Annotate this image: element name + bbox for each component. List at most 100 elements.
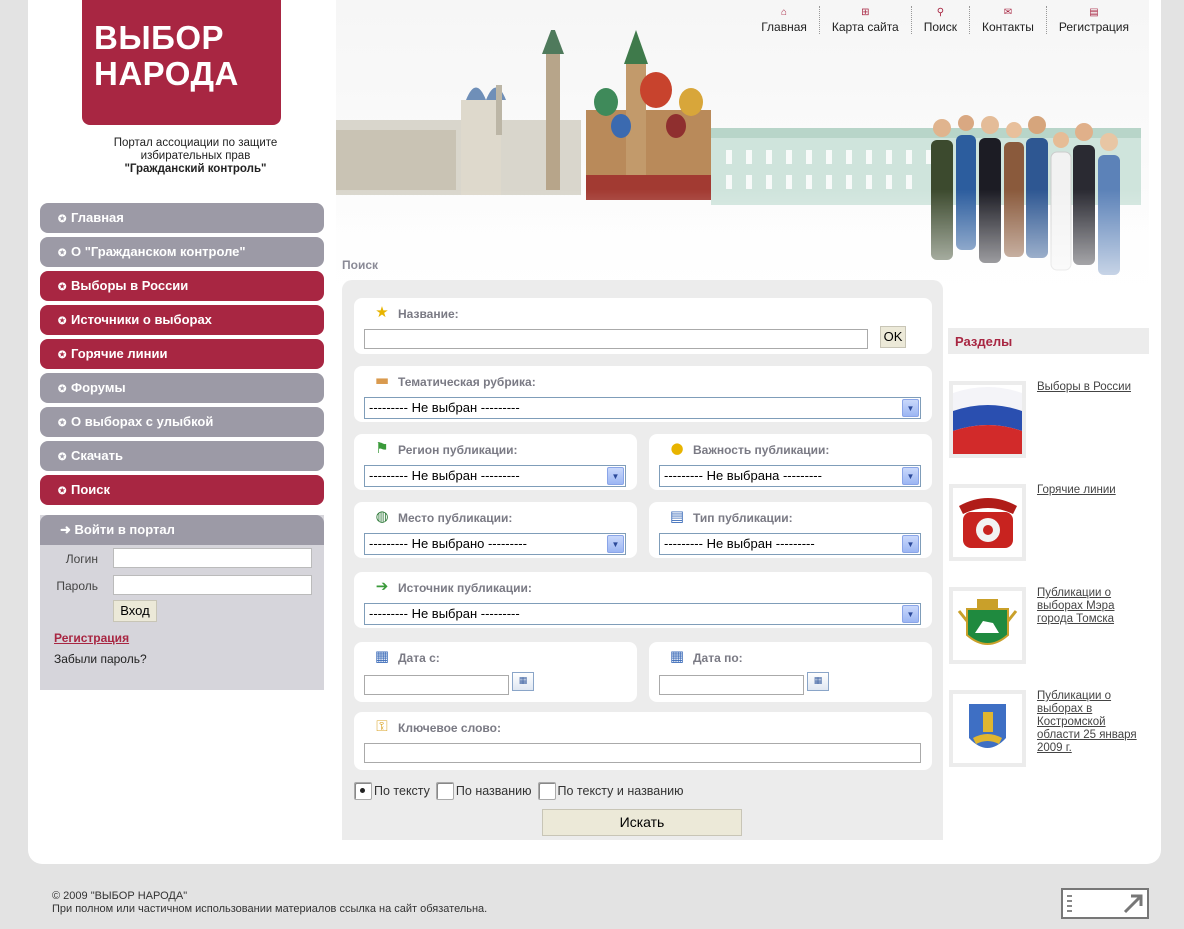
chevron-down-icon: ▼ [902,605,919,623]
section-link-elections[interactable]: Выборы в России [1037,381,1149,394]
bullet-icon: ✪ [58,316,67,327]
radio-by-title[interactable]: По названию [435,782,532,800]
radio-button[interactable] [435,782,454,800]
chevron-down-icon: ▼ [902,467,919,485]
sections-sidebar: Разделы Выборы в России Горячие линии Пу… [948,328,1149,767]
topnav-register[interactable]: ▤ Регистрация [1047,6,1141,34]
copyright-text: © 2009 "ВЫБОР НАРОДА" [52,890,188,902]
section-link-kostroma[interactable]: Публикации о выборах в Костромской облас… [1037,690,1149,755]
rubric-card: ▬ Тематическая рубрика: --------- Не выб… [354,366,932,422]
type-select[interactable]: --------- Не выбран --------- ▼ [659,533,921,555]
password-input[interactable] [113,575,312,595]
source-value: --------- Не выбран --------- [369,606,520,621]
arrow-badge-icon [1067,894,1143,914]
topnav-home[interactable]: ⌂ Главная [749,6,820,34]
top-navigation: ⌂ Главная ⊞ Карта сайта ⚲ Поиск ✉ Контакты ▤… [749,6,1141,34]
kostroma-coat-of-arms-thumbnail[interactable] [949,690,1026,767]
bullet-icon: ✪ [58,248,67,259]
search-icon: ⚲ [936,7,945,18]
menu-item-sources[interactable]: ✪ Источники о выборах [40,305,324,335]
menu-item-about[interactable]: ✪ О "Гражданском контроле" [40,237,324,267]
importance-select[interactable]: --------- Не выбрана --------- ▼ [659,465,921,487]
tomsk-coat-of-arms-image [953,591,1022,660]
login-title: Войти в портал [74,522,175,537]
sitemap-icon: ⊞ [861,7,870,18]
date-from-input[interactable] [364,675,509,695]
register-link[interactable]: Регистрация [54,631,129,645]
calendar-icon: ▦ [669,647,685,665]
region-label: Регион публикации: [398,443,518,457]
place-value: --------- Не выбрано --------- [369,536,527,551]
menu-item-home[interactable]: ✪ Главная [40,203,324,233]
bullet-icon: ✪ [58,486,67,497]
source-card: ➔ Источник публикации: --------- Не выбр… [354,572,932,628]
section-link-tomsk[interactable]: Публикации о выборах Мэра города Томска [1037,587,1149,626]
topnav-search[interactable]: ⚲ Поиск [912,6,970,34]
search-panel: ★ Название: OK ▬ Тематическая рубрика: -… [342,280,943,840]
radio-label: По тексту [374,784,430,798]
tomsk-coat-of-arms-thumbnail[interactable] [949,587,1026,664]
chevron-down-icon: ▼ [902,399,919,417]
russian-flag-thumbnail[interactable] [949,381,1026,458]
radio-button[interactable] [537,782,556,800]
topnav-sitemap[interactable]: ⊞ Карта сайта [820,6,912,34]
region-select[interactable]: --------- Не выбран --------- ▼ [364,465,626,487]
footer-notice: При полном или частичном использовании м… [52,903,488,915]
login-header: ➜ Войти в портал [40,515,324,545]
type-card: ▤ Тип публикации: --------- Не выбран --… [649,502,932,558]
red-telephone-thumbnail[interactable] [949,484,1026,561]
rubric-select[interactable]: --------- Не выбран --------- ▼ [364,397,921,419]
footer: © 2009 "ВЫБОР НАРОДА" При полном или час… [52,890,487,916]
radio-button[interactable] [354,782,372,800]
rubric-value: --------- Не выбран --------- [369,400,520,415]
place-select[interactable]: --------- Не выбрано --------- ▼ [364,533,626,555]
place-label: Место публикации: [398,511,513,525]
mail-icon: ✉ [1003,7,1013,18]
importance-card: ● Важность публикации: --------- Не выбр… [649,434,932,490]
login-button[interactable]: Вход [113,600,157,622]
date-to-input[interactable] [659,675,804,695]
region-card: ⚑ Регион публикации: --------- Не выбран… [354,434,637,490]
register-icon: ▤ [1089,7,1099,18]
source-select[interactable]: --------- Не выбран --------- ▼ [364,603,921,625]
search-button[interactable]: Искать [542,809,742,836]
login-input[interactable] [113,548,312,568]
menu-item-forums[interactable]: ✪ Форумы [40,373,324,403]
calendar-picker-icon[interactable]: ▦ [512,672,534,691]
ok-button[interactable]: OK [880,326,906,348]
menu-item-download[interactable]: ✪ Скачать [40,441,324,471]
chevron-down-icon: ▼ [902,535,919,553]
source-label: Источник публикации: [398,581,532,595]
menu-label: Источники о выборах [71,312,212,327]
topnav-contacts[interactable]: ✉ Контакты [970,6,1047,34]
menu-item-hotlines[interactable]: ✪ Горячие линии [40,339,324,369]
keyword-input[interactable] [364,743,921,763]
telephone-icon [953,488,1022,557]
bullet-icon: ✪ [58,214,67,225]
forgot-password-link[interactable]: Забыли пароль? [54,652,147,666]
radio-label: По тексту и названию [557,784,684,798]
page-container: ВЫБОР НАРОДА Портал ассоциации по защите… [28,0,1161,864]
menu-item-elections[interactable]: ✪ Выборы в России [40,271,324,301]
login-row: Логин [40,548,324,570]
tagline-org-name: "Гражданский контроль" [124,163,267,175]
breadcrumb: Поиск [342,258,379,272]
notebook-icon: ▤ [669,507,685,525]
menu-item-humor[interactable]: ✪ О выборах с улыбкой [40,407,324,437]
site-tagline: Портал ассоциации по защите избирательны… [68,137,323,176]
calendar-picker-icon[interactable]: ▦ [807,672,829,691]
topnav-label: Регистрация [1058,20,1129,34]
radio-label: По названию [455,784,532,798]
radio-by-text[interactable]: По тексту [354,782,430,800]
developer-badge[interactable] [1061,888,1149,919]
section-link-hotlines[interactable]: Горячие линии [1037,484,1149,497]
radio-by-both[interactable]: По тексту и названию [537,782,684,800]
document-arrow-icon: ➔ [375,577,389,595]
date-to-label: Дата по: [693,651,743,665]
site-logo[interactable]: ВЫБОР НАРОДА [82,0,281,125]
topnav-label: Контакты [982,20,1034,34]
name-input[interactable] [364,329,868,349]
lightbulb-icon: ● [670,439,684,457]
key-icon: ⚿ [376,717,388,735]
menu-item-search[interactable]: ✪ Поиск [40,475,324,505]
